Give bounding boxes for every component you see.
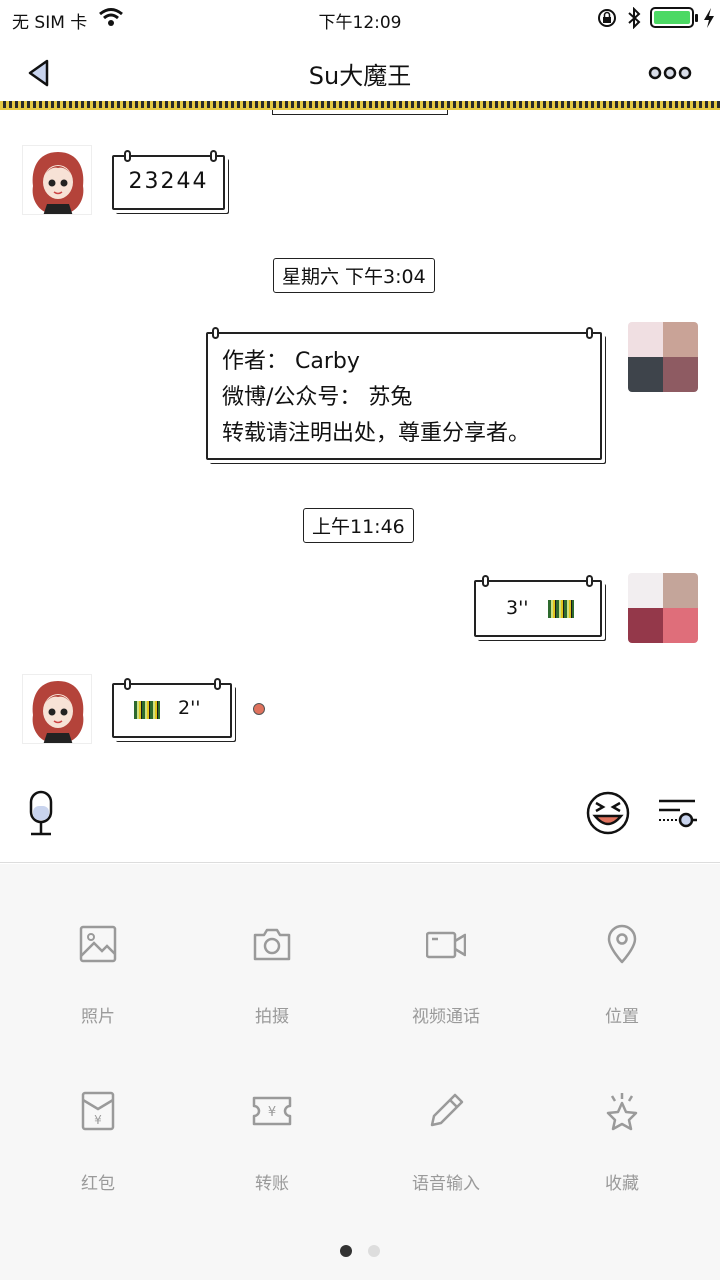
red-packet-icon: ¥ [81,1091,115,1131]
voice-wave-icon [548,600,574,618]
voice-duration: 3'' [506,597,529,619]
more-functions-icon[interactable] [656,798,698,832]
svg-text:¥: ¥ [268,1105,276,1120]
panel-label: 收藏 [605,1174,639,1194]
chat-title: Su大魔王 [308,62,412,90]
voice-wave-icon [134,701,160,719]
voice-message-outgoing[interactable]: 3'' [474,575,602,637]
panel-label: 视频通话 [412,1007,480,1027]
message-text-line: 微博/公众号： 苏兔 [222,385,413,410]
panel-label: 转账 [255,1174,289,1194]
message-text-line: 转载请注明出处，尊重分享者。 [222,421,531,446]
bubble-pin [210,150,217,162]
microphone-icon[interactable] [26,790,56,838]
bubble-pin [212,327,219,339]
status-bar: 无 SIM 卡 下午12:09 [0,0,720,36]
transfer-icon: ¥ [252,1096,292,1126]
girl-avatar-icon [32,152,84,214]
pencil-icon [430,1093,464,1127]
charging-icon [704,8,714,28]
girl-avatar-icon [32,681,84,743]
page-dot[interactable] [368,1245,380,1257]
svg-text:¥: ¥ [94,1113,102,1127]
panel-label: 位置 [605,1007,639,1027]
photo-icon [79,925,117,963]
message-bubble-outgoing[interactable]: 作者： Carby 微博/公众号： 苏兔 转载请注明出处，尊重分享者。 [206,327,602,460]
nav-tab-decoration [272,110,448,115]
message-text: 23244 [128,169,209,194]
battery-cap [695,14,698,22]
bubble-pin [586,575,593,587]
more-options-icon[interactable] [648,65,692,81]
location-icon [607,924,637,964]
bubble-pin [482,575,489,587]
timestamp: 上午11:46 [303,508,414,543]
rotation-lock-icon [598,9,616,27]
battery-icon [650,7,694,28]
bluetooth-icon [628,7,641,29]
panel-label: 照片 [81,1007,115,1027]
input-bar [0,770,720,863]
function-panel: 照片 拍摄 视频通话 位置 ¥ 红包 ¥ 转账 语音输入 收藏 [0,864,720,1280]
contact-avatar[interactable] [22,674,92,744]
camera-icon [253,928,291,961]
bubble-pin [124,678,131,690]
page-dot-active[interactable] [340,1245,352,1257]
user-avatar[interactable] [628,573,698,643]
message-bubble-incoming[interactable]: 23244 [112,150,225,210]
contact-avatar[interactable] [22,145,92,215]
bubble-pin [586,327,593,339]
voice-duration: 2'' [178,697,201,719]
video-call-icon [426,931,466,959]
nav-decorative-border [0,101,720,110]
bubble-pin [214,678,221,690]
message-text-line: 作者： Carby [222,349,360,374]
panel-label: 拍摄 [255,1007,289,1027]
timestamp: 星期六 下午3:04 [273,258,435,293]
voice-message-incoming[interactable]: 2'' [112,678,232,738]
emoji-icon[interactable] [585,790,631,836]
bubble-pin [124,150,131,162]
user-avatar[interactable] [628,322,698,392]
nav-bar: Su大魔王 [0,36,720,106]
favorite-star-icon [606,1093,638,1131]
panel-label: 红包 [81,1174,115,1194]
unread-dot [253,703,265,715]
panel-label: 语音输入 [412,1174,480,1194]
